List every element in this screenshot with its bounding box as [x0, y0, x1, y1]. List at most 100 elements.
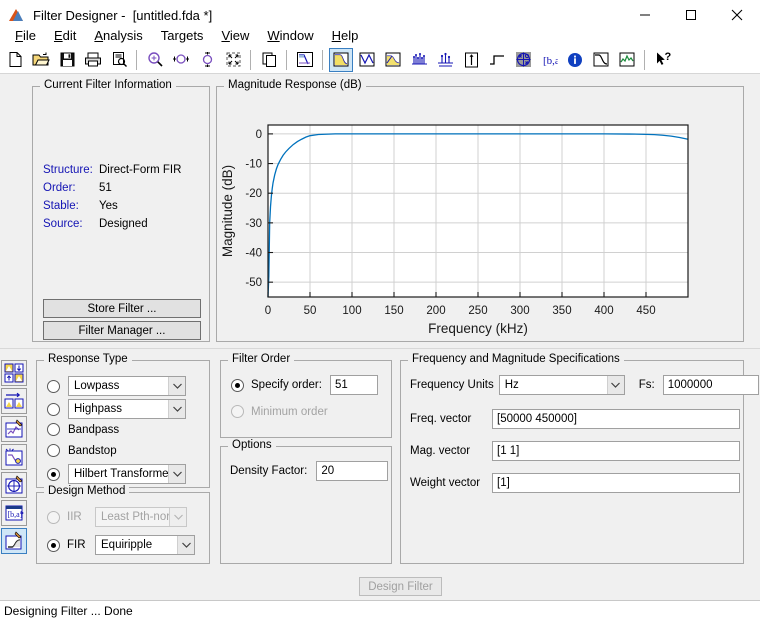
- svg-text:0: 0: [256, 129, 262, 141]
- overlay-icon[interactable]: [257, 48, 281, 72]
- menu-edit[interactable]: Edit: [45, 26, 85, 45]
- menu-analysis[interactable]: Analysis: [85, 26, 151, 45]
- print-preview-icon[interactable]: [107, 48, 131, 72]
- sidebar-import-filter-icon[interactable]: [1, 388, 27, 414]
- sidebar-set-design-icon[interactable]: [1, 528, 27, 554]
- chevron-down-icon[interactable]: [168, 465, 185, 483]
- filter-information-icon[interactable]: [563, 48, 587, 72]
- highpass-label: Highpass: [74, 403, 122, 415]
- menu-help[interactable]: Help: [323, 26, 368, 45]
- fir-method-combo[interactable]: Equiripple: [95, 535, 195, 555]
- response-type-bandstop-row[interactable]: Bandstop: [47, 444, 117, 457]
- status-text: Designing Filter ... Done: [4, 603, 133, 618]
- frequency-units-combo[interactable]: Hz: [498, 375, 625, 395]
- chevron-down-icon[interactable]: [168, 400, 185, 418]
- mag-vector-input[interactable]: [1 1]: [492, 441, 740, 461]
- magnitude-response-chart[interactable]: 0 50 100 150 200 250 300 350 400 450 0 -10 -20 -30 -4…: [217, 93, 745, 341]
- new-filter-icon[interactable]: [3, 48, 27, 72]
- zoom-x-icon[interactable]: [169, 48, 193, 72]
- radio-minimum-order: [231, 405, 244, 418]
- phase-response-icon[interactable]: [355, 48, 379, 72]
- freq-vector-row[interactable]: Freq. vector [50000 450000]: [410, 409, 740, 429]
- phase-delay-icon[interactable]: [433, 48, 457, 72]
- group-delay-icon[interactable]: [407, 48, 431, 72]
- lowpass-combo[interactable]: Lowpass: [68, 376, 186, 396]
- response-type-bandpass-row[interactable]: Bandpass: [47, 423, 119, 436]
- open-session-icon[interactable]: [29, 48, 53, 72]
- filter-info-key: Source:: [43, 218, 83, 230]
- store-filter-button[interactable]: Store Filter ...: [43, 299, 201, 318]
- pole-zero-icon[interactable]: [511, 48, 535, 72]
- menu-view[interactable]: View: [212, 26, 258, 45]
- chevron-down-icon[interactable]: [177, 536, 194, 554]
- chevron-down-icon[interactable]: [168, 377, 185, 395]
- response-type-hilbert-row[interactable]: Hilbert Transformer: [47, 464, 186, 484]
- magnitude-phase-icon[interactable]: [381, 48, 405, 72]
- chart-y-axis-label: Magnitude (dB): [220, 165, 235, 257]
- weight-vector-label: Weight vector: [410, 477, 481, 489]
- sidebar-realize-model-icon[interactable]: [1, 472, 27, 498]
- current-filter-information-panel: Current Filter Information Structure: Di…: [32, 79, 210, 342]
- whats-this-icon[interactable]: ?: [651, 48, 675, 72]
- filter-info-value: Designed: [99, 218, 148, 230]
- menu-window[interactable]: Window: [258, 26, 322, 45]
- hilbert-transformer-combo[interactable]: Hilbert Transformer: [68, 464, 186, 484]
- save-session-icon[interactable]: [55, 48, 79, 72]
- svg-text:300: 300: [510, 305, 529, 317]
- density-factor-input[interactable]: 20: [316, 461, 389, 481]
- radio-bandpass[interactable]: [47, 423, 60, 436]
- response-type-legend: Response Type: [44, 353, 132, 365]
- bandstop-label: Bandstop: [68, 444, 117, 457]
- freq-mag-legend: Frequency and Magnitude Specifications: [408, 353, 624, 365]
- filter-manager-button[interactable]: Filter Manager ...: [43, 321, 201, 340]
- radio-hilbert-transformer[interactable]: [47, 467, 60, 481]
- radio-lowpass[interactable]: [47, 379, 60, 393]
- design-method-fir-row[interactable]: FIR Equiripple: [47, 535, 195, 555]
- weight-vector-input[interactable]: [1]: [492, 473, 740, 493]
- table-row: Order: 51: [43, 181, 181, 196]
- design-filter-button[interactable]: Design Filter: [359, 577, 442, 596]
- density-factor-row[interactable]: Density Factor: 20: [230, 461, 389, 481]
- filter-info-legend: Current Filter Information: [40, 79, 176, 91]
- filter-coefficients-icon[interactable]: [b,a]: [537, 48, 561, 72]
- radio-bandstop[interactable]: [47, 444, 60, 457]
- radio-highpass[interactable]: [47, 402, 60, 416]
- specify-order-row[interactable]: Specify order: 51: [231, 375, 378, 395]
- filter-info-key: Stable:: [43, 200, 79, 212]
- svg-text:-30: -30: [245, 218, 262, 230]
- magnitude-response-icon[interactable]: [329, 47, 353, 72]
- magnitude-estimate-icon[interactable]: [589, 48, 613, 72]
- impulse-response-icon[interactable]: [459, 48, 483, 72]
- svg-text:[b,a]: [b,a]: [543, 55, 558, 67]
- sidebar-pole-zero-editor-icon[interactable]: [b,a]: [1, 500, 27, 526]
- menu-file[interactable]: File: [6, 26, 45, 45]
- table-row: Source: Designed: [43, 217, 181, 232]
- plot-panel-legend: Magnitude Response (dB): [224, 79, 366, 91]
- full-view-icon[interactable]: [221, 48, 245, 72]
- frequency-units-row[interactable]: Frequency Units Hz Fs: 1000000: [410, 375, 759, 395]
- fs-input[interactable]: 1000000: [662, 375, 759, 395]
- response-type-highpass-row[interactable]: Highpass: [47, 399, 186, 419]
- mag-vector-row[interactable]: Mag. vector [1 1]: [410, 441, 740, 461]
- highpass-combo[interactable]: Highpass: [68, 399, 186, 419]
- frequency-magnitude-specifications-panel: Frequency and Magnitude Specifications F…: [400, 353, 759, 564]
- specify-order-input[interactable]: 51: [329, 375, 378, 395]
- step-response-icon[interactable]: [485, 48, 509, 72]
- sidebar-transform-filter-icon[interactable]: [1, 444, 27, 470]
- response-type-lowpass-row[interactable]: Lowpass: [47, 376, 186, 396]
- zoom-in-icon[interactable]: [143, 48, 167, 72]
- filter-spec-icon[interactable]: [293, 48, 317, 72]
- menu-targets[interactable]: Targets: [152, 26, 213, 45]
- radio-fir[interactable]: [47, 538, 60, 552]
- iir-label: IIR: [67, 511, 82, 523]
- toolbar-separator-3: [286, 49, 288, 70]
- radio-specify-order[interactable]: [231, 378, 244, 392]
- sidebar-quantize-filter-icon[interactable]: [1, 416, 27, 442]
- freq-vector-input[interactable]: [50000 450000]: [492, 409, 740, 429]
- chevron-down-icon[interactable]: [606, 376, 624, 394]
- weight-vector-row[interactable]: Weight vector [1]: [410, 473, 740, 493]
- print-icon[interactable]: [81, 48, 105, 72]
- sidebar-design-filter-icon[interactable]: [1, 360, 27, 386]
- zoom-y-icon[interactable]: [195, 48, 219, 72]
- round-off-noise-icon[interactable]: [615, 48, 639, 72]
